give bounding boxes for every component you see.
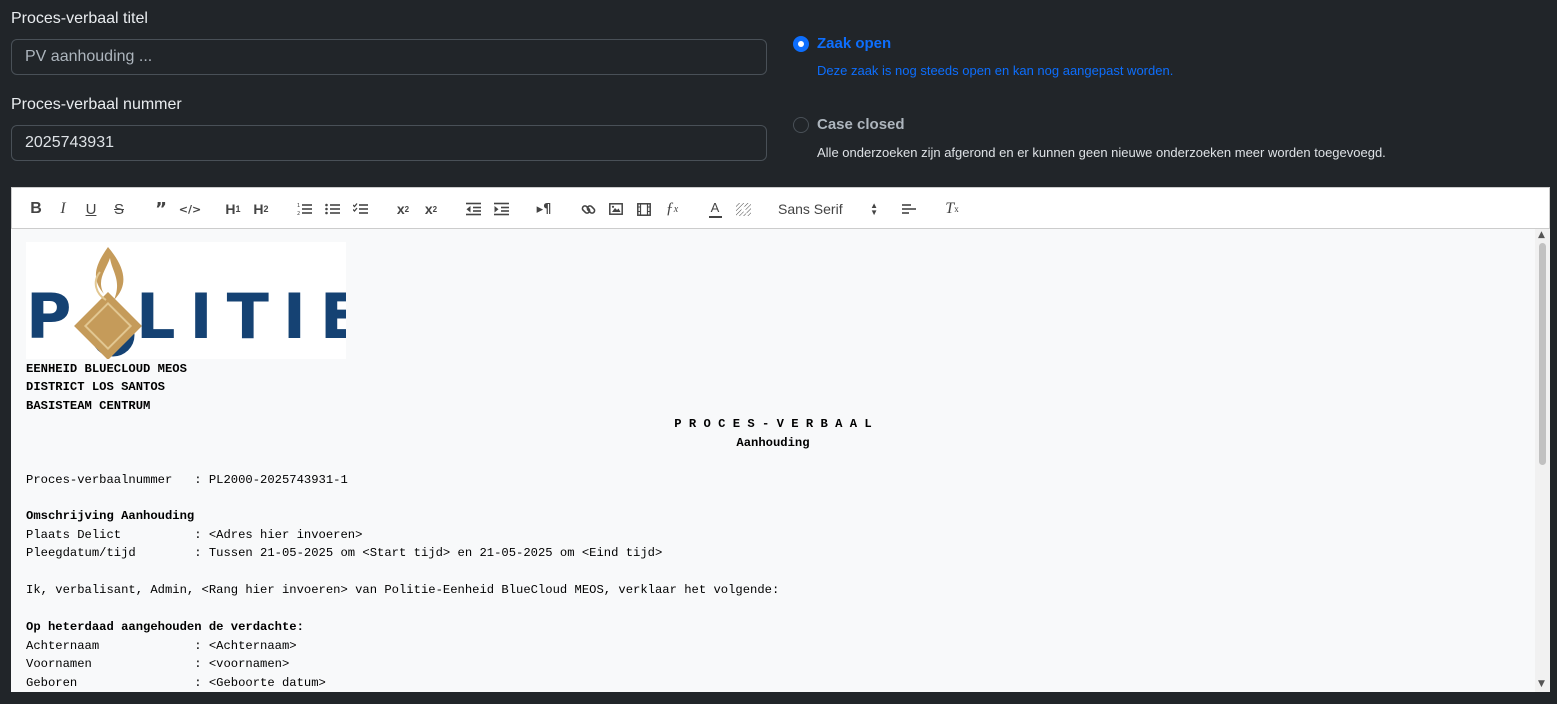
svg-text:2: 2: [297, 211, 300, 216]
status-open-help: Deze zaak is nog steeds open en kan nog …: [817, 63, 1174, 78]
image-icon[interactable]: [607, 199, 625, 219]
subscript-icon[interactable]: x2: [394, 199, 412, 219]
doc-subheading: Aanhouding: [736, 436, 810, 450]
doc-born: Geboren : <Geboorte datum>: [26, 676, 326, 690]
link-icon[interactable]: [579, 199, 597, 219]
video-icon[interactable]: [635, 199, 653, 219]
italic-icon[interactable]: I: [56, 199, 70, 219]
doc-firstnames: Voornamen : <voornamen>: [26, 657, 290, 671]
doc-place: Plaats Delict : <Adres hier invoeren>: [26, 528, 363, 542]
status-closed-label[interactable]: Case closed: [817, 116, 905, 133]
check-list-icon[interactable]: [352, 199, 370, 219]
scrollbar-thumb[interactable]: [1539, 243, 1546, 465]
doc-team: BASISTEAM CENTRUM: [26, 399, 151, 413]
font-select-value: Sans Serif: [778, 201, 843, 217]
select-arrows-icon: ▲ ▼: [870, 201, 878, 217]
status-closed-help: Alle onderzoeken zijn afgerond en er kun…: [817, 145, 1386, 160]
header-1-icon[interactable]: H1: [223, 199, 243, 219]
doc-heading: P R O C E S - V E R B A A L: [674, 417, 872, 431]
blockquote-icon[interactable]: ”: [153, 199, 169, 220]
code-block-icon[interactable]: </>: [179, 199, 201, 219]
scroll-down-icon[interactable]: ▼: [1538, 679, 1545, 689]
font-select[interactable]: Sans Serif ▲ ▼: [778, 199, 878, 219]
status-closed-radio[interactable]: [793, 116, 809, 133]
superscript-icon[interactable]: x2: [422, 199, 440, 219]
bullet-list-icon[interactable]: [324, 199, 342, 219]
bold-icon[interactable]: B: [28, 199, 44, 219]
text-color-icon[interactable]: A: [706, 199, 724, 219]
svg-text:A: A: [739, 205, 746, 216]
status-open-radio[interactable]: [793, 35, 809, 52]
scroll-up-icon[interactable]: ▲: [1538, 230, 1545, 240]
doc-surname: Achternaam : <Achternaam>: [26, 639, 297, 653]
title-input[interactable]: [11, 39, 767, 75]
editor-toolbar: B I U S ” </> H1 H2 12 x2 x2 ▸¶ ƒ x A A …: [11, 187, 1550, 229]
doc-section2-title: Op heterdaad aangehouden de verdachte:: [26, 620, 304, 634]
title-label: Proces-verbaal titel: [11, 10, 148, 27]
logo-letters-litie: LITIE: [136, 280, 346, 353]
doc-pv-number: Proces-verbaalnummer : PL2000-2025743931…: [26, 473, 348, 487]
editor-content[interactable]: P LITIE EENHEID BLUECLOUD MEOS DISTRICT …: [11, 229, 1535, 692]
formula-icon[interactable]: ƒx: [663, 199, 681, 219]
rich-text-editor: B I U S ” </> H1 H2 12 x2 x2 ▸¶ ƒ x A A …: [11, 187, 1550, 692]
underline-icon[interactable]: U: [83, 199, 99, 219]
editor-scrollbar[interactable]: ▲ ▼: [1535, 229, 1550, 692]
clean-format-icon[interactable]: Tx: [943, 199, 961, 219]
status-open-option[interactable]: Zaak open: [793, 35, 891, 52]
doc-date: Pleegdatum/tijd : Tussen 21-05-2025 om <…: [26, 546, 663, 560]
doc-section1-title: Omschrijving Aanhouding: [26, 509, 195, 523]
logo-letter-p: P: [26, 280, 71, 353]
align-icon[interactable]: [900, 199, 918, 219]
status-open-label[interactable]: Zaak open: [817, 35, 891, 52]
background-color-icon[interactable]: A: [734, 199, 752, 219]
number-input[interactable]: [11, 125, 767, 161]
doc-statement: Ik, verbalisant, Admin, <Rang hier invoe…: [26, 583, 780, 597]
indent-icon[interactable]: [493, 199, 511, 219]
doc-unit: EENHEID BLUECLOUD MEOS: [26, 362, 187, 376]
politie-logo: P LITIE: [26, 242, 362, 360]
svg-text:1: 1: [297, 203, 300, 209]
doc-district: DISTRICT LOS SANTOS: [26, 380, 165, 394]
status-closed-option[interactable]: Case closed: [793, 116, 905, 133]
direction-rtl-icon[interactable]: ▸¶: [535, 199, 553, 219]
ordered-list-icon[interactable]: 12: [296, 199, 314, 219]
number-label: Proces-verbaal nummer: [11, 96, 182, 113]
header-2-icon[interactable]: H2: [251, 199, 271, 219]
strike-icon[interactable]: S: [111, 199, 127, 219]
outdent-icon[interactable]: [465, 199, 483, 219]
